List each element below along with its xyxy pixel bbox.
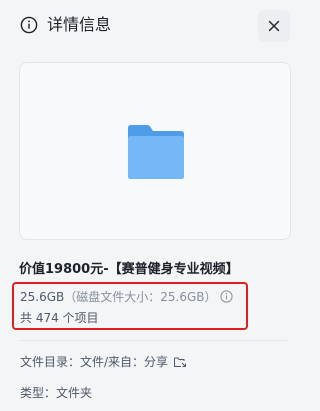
item-count: 共 474 个项目 — [20, 311, 99, 325]
file-name: 价值19800元-【赛普健身专业视频】 — [19, 262, 239, 277]
close-icon — [268, 20, 280, 32]
type-info: 类型：文件夹 — [20, 384, 92, 402]
size-info: 25.6GB（磁盘文件大小：25.6GB） — [20, 288, 233, 306]
details-panel: 详情信息 价值19800元-【赛普健身专业视频】 25.6GB（磁盘文件大小：2… — [0, 0, 311, 411]
file-preview — [19, 62, 291, 240]
type-label: 类型： — [20, 386, 57, 400]
close-button[interactable] — [258, 10, 290, 42]
directory-value[interactable]: 文件/来自：分享 — [80, 353, 168, 371]
directory-info: 文件目录： 文件/来自：分享 — [20, 353, 187, 371]
directory-label: 文件目录： — [20, 355, 81, 369]
disk-size-value: （磁盘文件大小：25.6GB） — [64, 290, 217, 304]
info-circle-icon[interactable] — [219, 290, 233, 303]
open-folder-icon[interactable] — [173, 355, 187, 369]
size-value: 25.6GB — [20, 290, 65, 304]
info-circle-icon — [20, 16, 38, 34]
type-value: 文件夹 — [56, 386, 93, 400]
divider — [19, 340, 287, 341]
panel-title: 详情信息 — [47, 15, 112, 34]
folder-icon — [125, 122, 187, 182]
panel-header: 详情信息 — [0, 0, 311, 52]
